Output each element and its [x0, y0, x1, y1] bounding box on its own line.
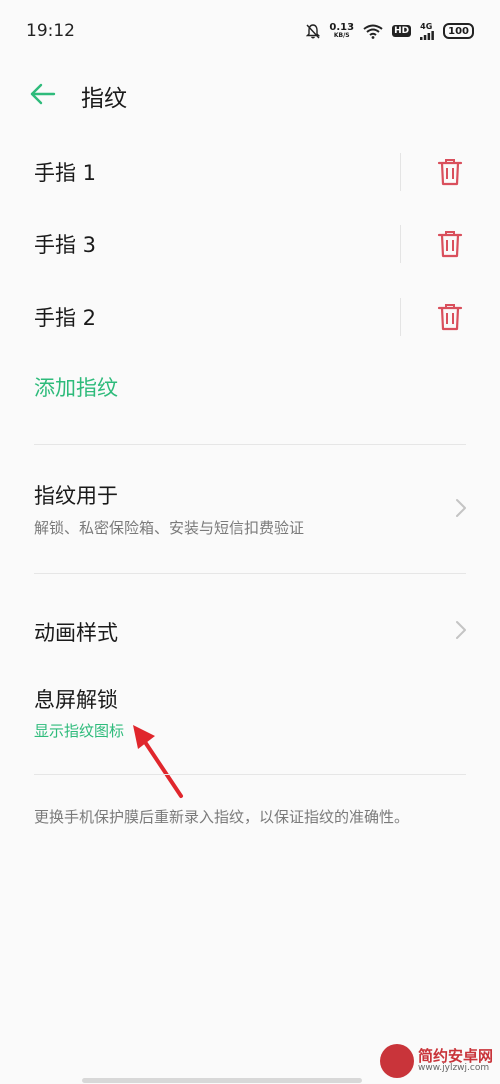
android-logo-icon: [380, 1044, 414, 1078]
screen-off-unlock-title: 息屏解锁: [34, 688, 118, 712]
watermark: 简约安卓网 www.jylzwj.com: [380, 1044, 493, 1078]
status-bar: 19:12 0.13 KB/S HD 4G 100: [0, 0, 500, 62]
animation-style-item[interactable]: 动画样式: [0, 605, 500, 655]
fingerprint-row-2[interactable]: 手指 3: [0, 210, 500, 280]
fingerprint-label: 手指 1: [34, 161, 97, 185]
section-divider: [34, 444, 466, 445]
chevron-right-icon: [456, 621, 466, 639]
watermark-url: www.jylzwj.com: [418, 1063, 490, 1074]
bell-muted-icon: [306, 23, 321, 38]
fingerprint-usage-subtitle: 解锁、私密保险箱、安装与短信扣费验证: [34, 519, 305, 537]
delete-trash-icon[interactable]: [437, 303, 463, 331]
network-speed: 0.13 KB/S: [329, 22, 355, 39]
hd-badge: HD: [392, 25, 412, 37]
delete-trash-icon[interactable]: [437, 158, 463, 186]
section-divider: [34, 573, 466, 574]
back-arrow-icon[interactable]: [30, 82, 56, 106]
fingerprint-row-3[interactable]: 手指 2: [0, 283, 500, 353]
fingerprint-row-1[interactable]: 手指 1: [0, 138, 500, 208]
wifi-icon: [363, 24, 383, 39]
signal-bars-icon: [420, 30, 435, 40]
section-divider: [34, 774, 466, 775]
screen-off-unlock-subtitle: 显示指纹图标: [34, 722, 125, 740]
watermark-name: 简约安卓网: [418, 1046, 494, 1065]
fingerprint-label: 手指 3: [34, 233, 97, 257]
status-icons: 0.13 KB/S HD 4G 100: [306, 22, 474, 40]
footer-note: 更换手机保护膜后重新录入指纹，以保证指纹的准确性。: [34, 808, 410, 826]
battery-indicator: 100: [443, 23, 474, 39]
fingerprint-label: 手指 2: [34, 306, 97, 330]
screen-off-unlock-item[interactable]: 息屏解锁 显示指纹图标: [0, 676, 500, 748]
home-indicator[interactable]: [82, 1078, 362, 1083]
row-divider: [400, 298, 401, 336]
fingerprint-usage-item[interactable]: 指纹用于 解锁、私密保险箱、安装与短信扣费验证: [0, 470, 500, 554]
add-fingerprint-button[interactable]: 添加指纹: [34, 372, 118, 402]
animation-style-title: 动画样式: [34, 621, 118, 645]
row-divider: [400, 225, 401, 263]
page-title: 指纹: [81, 86, 127, 112]
row-divider: [400, 153, 401, 191]
status-time: 19:12: [26, 21, 75, 41]
header: 指纹: [0, 62, 500, 126]
chevron-right-icon: [456, 499, 466, 517]
cellular-signal: 4G: [420, 22, 435, 40]
fingerprint-usage-title: 指纹用于: [34, 484, 118, 508]
delete-trash-icon[interactable]: [437, 230, 463, 258]
